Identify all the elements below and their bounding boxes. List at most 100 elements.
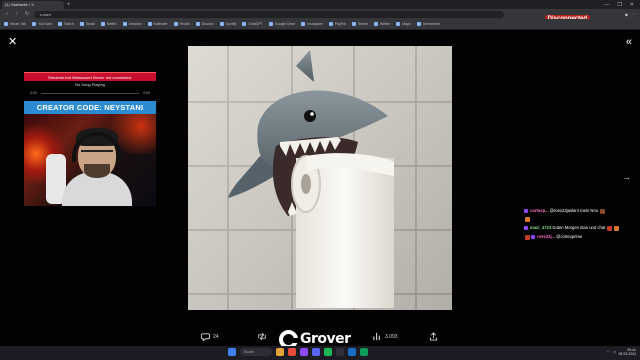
extension-icon[interactable]: ◆ [625, 12, 628, 17]
bookmark[interactable]: PayPal [328, 22, 346, 26]
share-button[interactable] [429, 332, 438, 341]
taskbar: Suche ◠ ◁ 09:41 05.03.2024 [0, 346, 640, 360]
app-icon[interactable] [360, 348, 368, 356]
bookmark[interactable]: Google Drive [268, 22, 295, 26]
double-chevron-left-icon[interactable]: « [626, 37, 632, 48]
url-text: x.com [40, 11, 51, 17]
chat-username: roex23j... [537, 234, 556, 239]
progress-track [40, 92, 140, 94]
bookmark-label: Maps [402, 22, 411, 26]
bookmark-label: Amazon [128, 22, 142, 26]
bookmark[interactable]: Twitch [57, 22, 74, 26]
bookmark-icon [79, 22, 84, 26]
bookmark-label: Kalender [153, 22, 168, 26]
views-icon [373, 332, 380, 341]
taskbar-search-label: Suche [244, 350, 254, 354]
bookmark-label: Neuer Tab [10, 22, 27, 26]
emote-icon [613, 225, 619, 231]
discord-icon[interactable] [312, 348, 320, 356]
bookmark-icon [57, 22, 62, 26]
chrome-icon[interactable] [288, 348, 296, 356]
bookmark-icon [173, 22, 178, 26]
bookmark[interactable]: Reddit [173, 22, 190, 26]
views-count: 3.093 [385, 333, 398, 340]
twitch-icon[interactable] [300, 348, 308, 356]
progress-end-time: 0:00 [143, 91, 150, 95]
grover-logo-text: Grover [300, 331, 351, 347]
menu-icon[interactable]: ⋮ [632, 12, 636, 17]
browser-tab[interactable]: (1) Startseite / X [2, 0, 64, 9]
bookmark[interactable]: Spotify [219, 22, 236, 26]
bookmark[interactable]: Übersetzer [416, 22, 440, 26]
bookmark[interactable]: YouTube [32, 22, 52, 26]
steam-icon[interactable] [348, 348, 356, 356]
close-icon[interactable]: ✕ [8, 37, 17, 48]
webcam-feed [24, 114, 156, 206]
views-button[interactable]: 3.093 [373, 332, 398, 341]
arrow-right-icon[interactable]: → [622, 172, 631, 182]
tab-title: (1) Startseite / X [5, 2, 34, 7]
bookmark[interactable]: ChatGPT [242, 22, 263, 26]
bookmark[interactable]: Netflix [100, 22, 117, 26]
back-icon[interactable]: ‹ [4, 11, 10, 17]
bookmark-label: ChatGPT [248, 22, 263, 26]
bookmark-label: Gmail [85, 22, 95, 26]
volume-icon[interactable]: ◁ [613, 350, 616, 354]
bookmark[interactable]: Discord [195, 22, 214, 26]
close-window-button[interactable]: ✕ [630, 2, 634, 8]
emote-icon [606, 225, 612, 231]
reply-icon [201, 333, 210, 341]
song-progress: 0:00 0:00 [24, 89, 156, 97]
bookmark-label: PayPal [334, 22, 346, 26]
window-controls: — ❐ ✕ [604, 2, 640, 8]
bookmark[interactable]: Neuer Tab [4, 22, 26, 26]
bookmark-label: Twitch [63, 22, 74, 26]
retweet-button[interactable] [257, 332, 270, 341]
bookmark[interactable]: Gmail [79, 22, 95, 26]
post-image[interactable] [188, 46, 452, 310]
bookmark-label: Übersetzer [422, 22, 440, 26]
bookmark-icon [32, 22, 37, 26]
address-bar[interactable]: x.com [34, 10, 504, 18]
bookmark-icon [374, 22, 379, 26]
taskbar-apps: Suche [228, 348, 368, 356]
wifi-icon[interactable]: ◠ [607, 350, 610, 354]
creator-code-banner: CREATOR CODE: NEYSTANI [24, 101, 156, 114]
chat-text: @roex23jaslar4 mein Nno [549, 208, 599, 213]
reply-button[interactable]: 24 [201, 332, 219, 341]
clock-date: 05.03.2024 [618, 352, 636, 356]
new-tab-button[interactable]: + [67, 1, 71, 9]
system-tray: ◠ ◁ 09:41 05.03.2024 [607, 348, 636, 356]
forward-icon[interactable]: › [14, 11, 20, 17]
maximize-button[interactable]: ❐ [617, 2, 621, 8]
bookmark[interactable]: Maps [396, 22, 411, 26]
chat-message: maxi_4724 Guten Morgen stan und chat [524, 225, 640, 231]
toolbar-extensions: ◆ ⋮ [625, 12, 636, 17]
bookmark-icon [396, 22, 401, 26]
bookmark-label: Instagram [307, 22, 323, 26]
bookmark-icon [268, 22, 273, 26]
chat-username: maxi_4724 [530, 225, 552, 230]
bookmark[interactable]: Steam [351, 22, 368, 26]
bookmark[interactable]: Kalender [147, 22, 168, 26]
bookmark[interactable]: Instagram [301, 22, 323, 26]
windows-start-icon[interactable] [228, 348, 236, 356]
bookmark-icon [122, 22, 127, 26]
chat-badge-icon [524, 209, 528, 213]
file-explorer-icon[interactable] [276, 348, 284, 356]
obs-icon[interactable] [336, 348, 344, 356]
chat-text: Guten Morgen stan und chat [552, 225, 606, 230]
taskbar-search[interactable]: Suche [240, 348, 272, 356]
bookmark-label: Discord [201, 22, 214, 26]
bookmark-icon [219, 22, 224, 26]
bookmark[interactable]: Amazon [122, 22, 142, 26]
emote-icon [524, 217, 530, 222]
chat-message: cortexp... @roex23jaslar4 mein Nno [524, 208, 640, 214]
bookmark[interactable]: Wetter [374, 22, 390, 26]
chat-text: @cortexprime [556, 234, 583, 239]
spotify-icon[interactable] [324, 348, 332, 356]
reload-icon[interactable]: ↻ [24, 11, 30, 17]
clock[interactable]: 09:41 05.03.2024 [618, 348, 636, 356]
chat-badge-icon [531, 235, 535, 239]
minimize-button[interactable]: — [604, 2, 609, 8]
